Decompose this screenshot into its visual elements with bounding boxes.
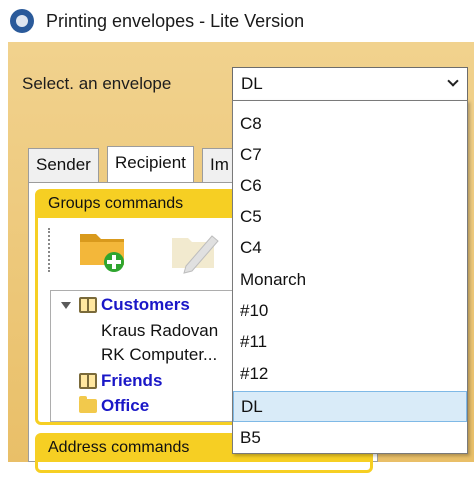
option-11[interactable]: #11 [233,327,467,358]
option-c4[interactable]: C4 [233,233,467,264]
tree-node-office[interactable]: Office [79,394,149,418]
tree-node-kraus-radovan[interactable]: Kraus Radovan [101,319,218,343]
option-b5[interactable]: B5 [233,423,467,454]
option-10[interactable]: #10 [233,296,467,327]
option-dl[interactable]: DL [233,391,467,422]
tree-node-friends[interactable]: Friends [79,369,162,393]
book-icon [79,373,97,389]
tab-recipient[interactable]: Recipient [107,146,194,182]
collapse-triangle-icon[interactable] [61,301,71,309]
option-12[interactable]: #12 [233,359,467,390]
envelope-select-label: Select. an envelope [22,74,172,93]
book-icon [79,297,97,313]
folder-add-icon[interactable] [76,224,132,276]
window-title: Printing envelopes - Lite Version [46,10,305,31]
folder-icon [79,396,97,413]
edit-pencil-icon[interactable] [166,222,222,278]
option-c6[interactable]: C6 [233,171,467,202]
option-c7[interactable]: C7 [233,140,467,171]
envelope-select-value: DL [241,74,263,93]
option-monarch[interactable]: Monarch [233,265,467,296]
option-c5[interactable]: C5 [233,202,467,233]
toolbar-grip [48,228,52,272]
envelope-select[interactable]: DL [232,67,468,101]
option-c8[interactable]: C8 [233,109,467,140]
envelope-dropdown-list[interactable]: C8 C7 C6 C5 C4 Monarch #10 #11 #12 DL B5 [232,100,468,454]
chevron-down-icon[interactable] [447,75,459,87]
tree-node-rk-computer[interactable]: RK Computer... [101,343,217,367]
tab-sender[interactable]: Sender [28,148,99,182]
tree-node-customers[interactable]: Customers [61,293,190,317]
app-globe-icon [10,9,34,33]
title-bar: Printing envelopes - Lite Version [8,0,474,42]
